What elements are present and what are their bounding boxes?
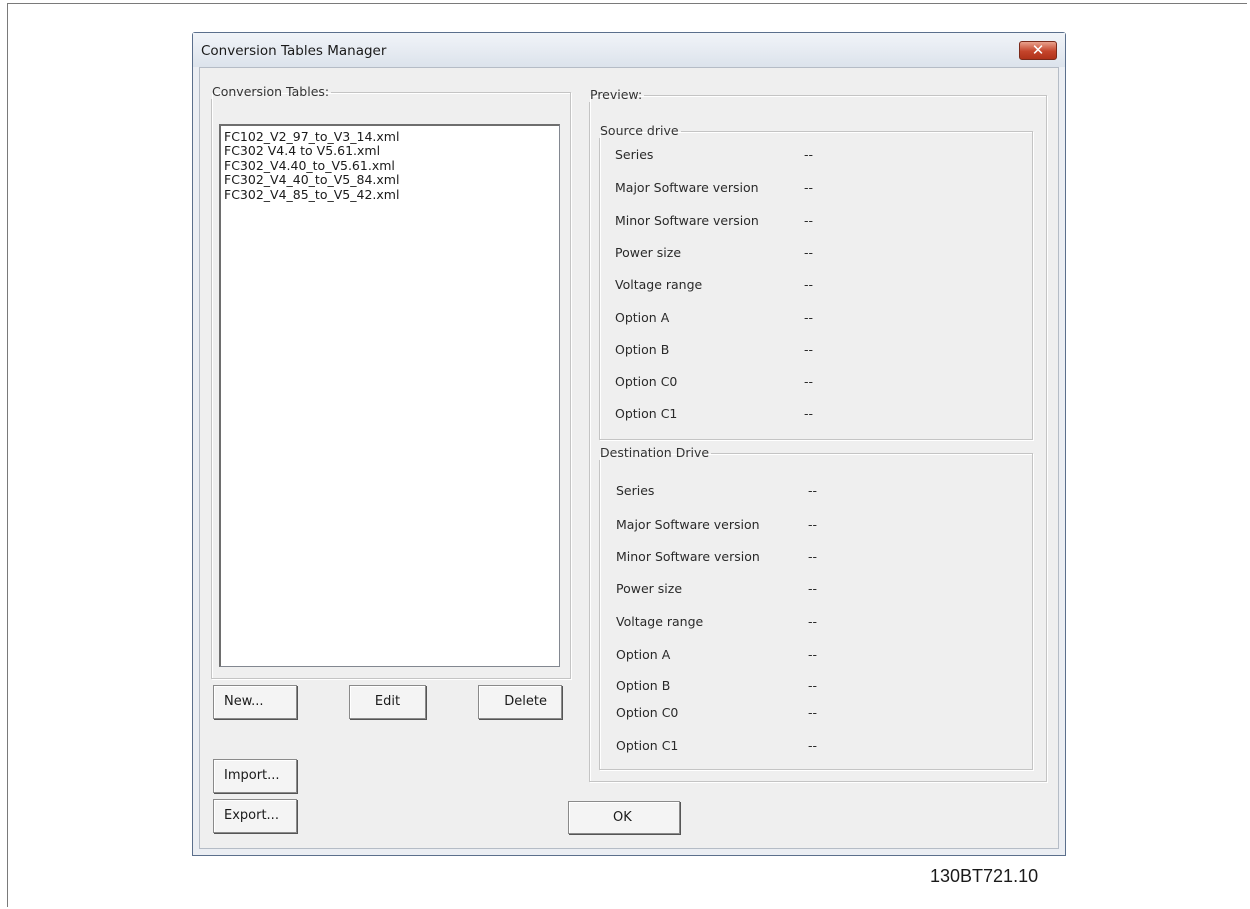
list-item[interactable]: FC302 V4.4 to V5.61.xml <box>224 143 556 158</box>
source-option-c0-value: -- <box>804 374 814 389</box>
source-option-a-value: -- <box>804 310 814 325</box>
source-option-a-label: Option A <box>615 310 670 325</box>
source-minor-sw-label: Minor Software version <box>615 213 759 228</box>
list-item[interactable]: FC302_V4.40_to_V5.61.xml <box>224 158 556 173</box>
dest-option-c1-value: -- <box>808 738 818 753</box>
dest-minor-sw-value: -- <box>808 549 818 564</box>
source-power-size-value: -- <box>804 245 814 260</box>
source-option-c1-value: -- <box>804 406 814 421</box>
dest-major-sw-label: Major Software version <box>616 517 760 532</box>
dest-series-label: Series <box>616 483 655 498</box>
dest-option-a-label: Option A <box>616 647 671 662</box>
dest-option-c0-value: -- <box>808 705 818 720</box>
source-power-size-label: Power size <box>615 245 682 260</box>
dest-option-b-label: Option B <box>616 678 671 693</box>
source-major-sw-value: -- <box>804 180 814 195</box>
source-option-b-label: Option B <box>615 342 670 357</box>
source-series-value: -- <box>804 147 814 162</box>
source-drive-legend: Source drive <box>600 123 679 138</box>
list-item[interactable]: FC302_V4_40_to_V5_84.xml <box>224 172 556 187</box>
list-item[interactable]: FC302_V4_85_to_V5_42.xml <box>224 187 556 202</box>
dest-option-c0-label: Option C0 <box>616 705 679 720</box>
title-bar[interactable]: Conversion Tables Manager ✕ <box>193 33 1065 67</box>
conversion-tables-legend: Conversion Tables: <box>212 84 330 99</box>
conversion-tables-list[interactable]: FC102_V2_97_to_V3_14.xml FC302 V4.4 to V… <box>219 124 560 667</box>
window-title: Conversion Tables Manager <box>201 43 387 59</box>
close-button[interactable]: ✕ <box>1019 41 1057 60</box>
dest-option-a-value: -- <box>808 647 818 662</box>
source-voltage-range-value: -- <box>804 277 814 292</box>
export-button[interactable]: Export... <box>213 799 297 833</box>
preview-legend: Preview: <box>590 87 643 102</box>
dest-voltage-range-label: Voltage range <box>616 614 704 629</box>
source-voltage-range-label: Voltage range <box>615 277 703 292</box>
source-option-c1-label: Option C1 <box>615 406 678 421</box>
source-option-b-value: -- <box>804 342 814 357</box>
dest-series-value: -- <box>808 483 818 498</box>
source-major-sw-label: Major Software version <box>615 180 759 195</box>
edit-button[interactable]: Edit <box>349 685 426 719</box>
dest-voltage-range-value: -- <box>808 614 818 629</box>
dest-option-b-value: -- <box>808 678 818 693</box>
dest-option-c1-label: Option C1 <box>616 738 679 753</box>
dest-major-sw-value: -- <box>808 517 818 532</box>
import-button[interactable]: Import... <box>213 759 297 793</box>
ok-button[interactable]: OK <box>568 801 680 834</box>
source-minor-sw-value: -- <box>804 213 814 228</box>
new-button[interactable]: New... <box>213 685 297 719</box>
source-option-c0-label: Option C0 <box>615 374 678 389</box>
list-item[interactable]: FC102_V2_97_to_V3_14.xml <box>224 129 556 144</box>
close-icon: ✕ <box>1031 41 1045 59</box>
dest-power-size-value: -- <box>808 581 818 596</box>
dest-minor-sw-label: Minor Software version <box>616 549 760 564</box>
delete-button[interactable]: Delete <box>478 685 562 719</box>
destination-drive-legend: Destination Drive <box>600 445 710 460</box>
figure-id: 130BT721.10 <box>930 866 1039 886</box>
dest-power-size-label: Power size <box>616 581 683 596</box>
source-series-label: Series <box>615 147 654 162</box>
